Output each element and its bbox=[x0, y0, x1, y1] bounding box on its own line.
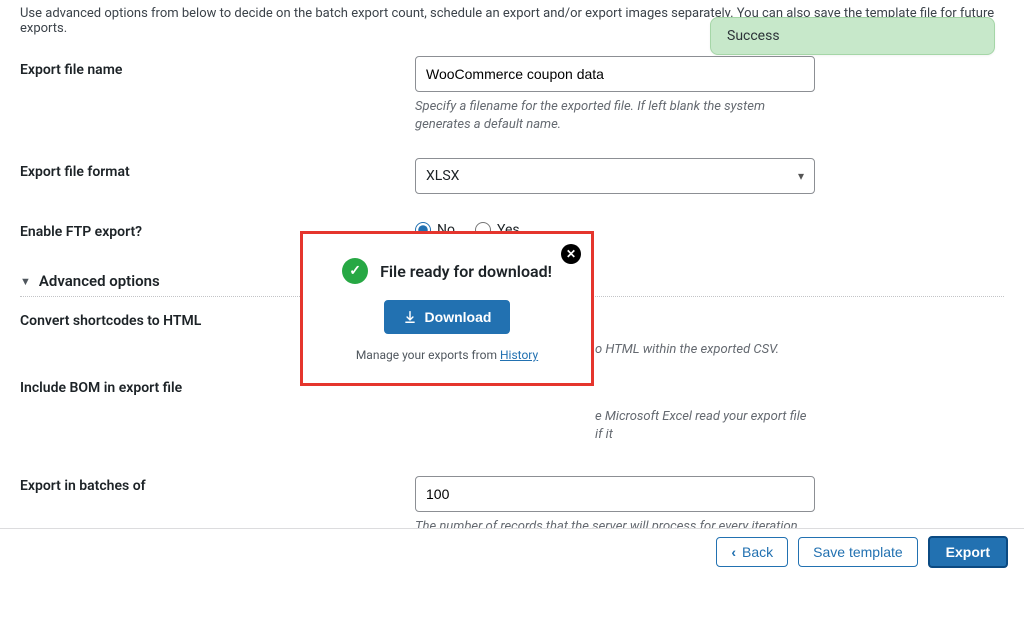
batches-input[interactable] bbox=[415, 476, 815, 512]
back-button[interactable]: ‹ Back bbox=[716, 537, 788, 567]
footer-bar: ‹ Back Save template Export bbox=[0, 528, 1024, 574]
caret-down-icon: ▼ bbox=[20, 275, 31, 288]
modal-footer: Manage your exports from History bbox=[323, 348, 571, 362]
export-button[interactable]: Export bbox=[928, 536, 1008, 568]
export-format-value: XLSX bbox=[426, 168, 459, 184]
label-export-filename: Export file name bbox=[20, 56, 415, 78]
success-toast: Success bbox=[710, 17, 995, 55]
success-toast-text: Success bbox=[727, 28, 780, 44]
export-filename-input[interactable] bbox=[415, 56, 815, 92]
row-export-filename: Export file name Specify a filename for … bbox=[20, 46, 1004, 148]
back-button-label: Back bbox=[742, 544, 773, 560]
modal-manage-prefix: Manage your exports from bbox=[356, 348, 500, 362]
chevron-down-icon: ▾ bbox=[798, 169, 804, 183]
save-template-button-label: Save template bbox=[813, 544, 903, 560]
label-batches: Export in batches of bbox=[20, 476, 415, 494]
check-icon: ✓ bbox=[342, 258, 368, 284]
help-export-filename: Specify a filename for the exported file… bbox=[415, 98, 815, 134]
download-button-label: Download bbox=[425, 309, 492, 325]
label-export-format: Export file format bbox=[20, 158, 415, 180]
save-template-button[interactable]: Save template bbox=[798, 537, 918, 567]
advanced-options-title: Advanced options bbox=[39, 272, 160, 290]
chevron-left-icon: ‹ bbox=[731, 544, 736, 560]
history-link[interactable]: History bbox=[500, 348, 538, 362]
download-modal: ✕ ✓ File ready for download! Download Ma… bbox=[300, 231, 594, 386]
download-button[interactable]: Download bbox=[384, 300, 511, 334]
export-button-label: Export bbox=[946, 544, 990, 560]
close-icon[interactable]: ✕ bbox=[561, 244, 581, 264]
help-include-bom: e Microsoft Excel read your export file … bbox=[415, 408, 815, 444]
modal-title: File ready for download! bbox=[380, 262, 552, 281]
row-export-format: Export file format XLSX ▾ bbox=[20, 148, 1004, 208]
download-icon bbox=[403, 310, 417, 324]
export-format-select[interactable]: XLSX ▾ bbox=[415, 158, 815, 194]
